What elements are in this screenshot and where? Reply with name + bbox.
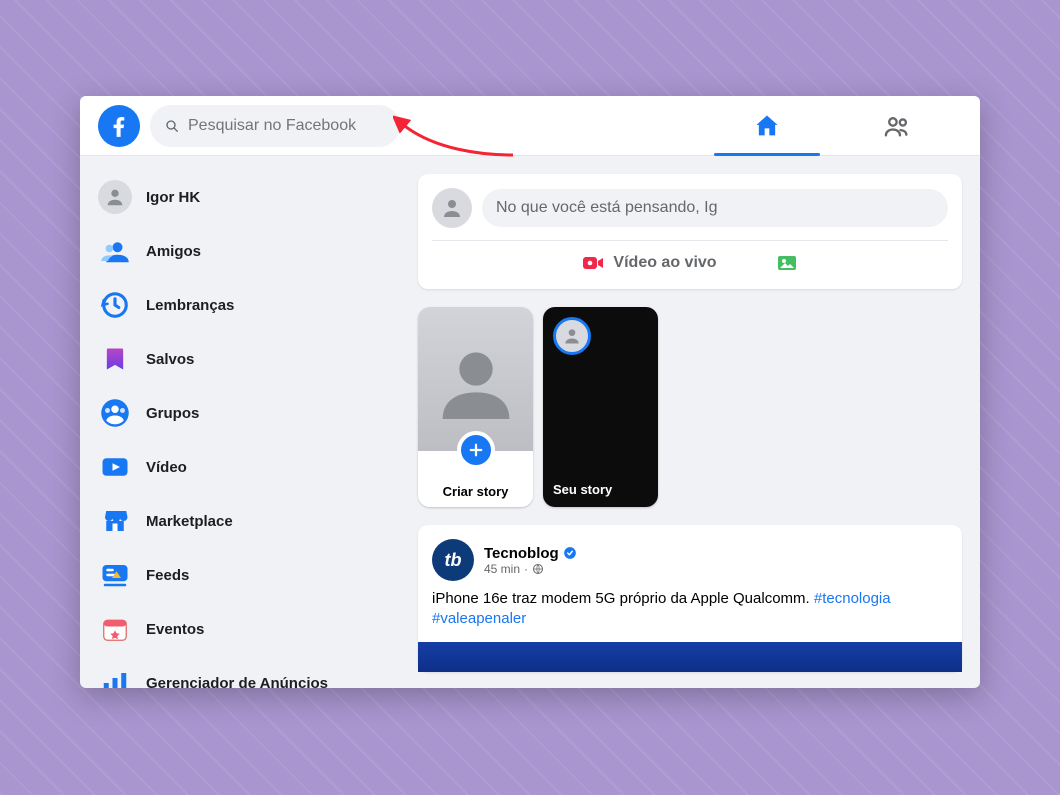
sidebar-item-profile[interactable]: Igor HK [88,170,392,224]
feeds-icon [98,558,132,592]
search-input-container[interactable] [150,105,400,147]
sidebar-item-video[interactable]: Vídeo [88,440,392,494]
post-time: 45 min [484,562,520,576]
story-card[interactable]: Seu story [543,307,658,507]
sidebar-item-memories[interactable]: Lembranças [88,278,392,332]
friends-icon [98,234,132,268]
public-icon [532,563,544,575]
search-icon [164,118,180,134]
stories-row: Criar story Seu story [418,307,962,507]
sidebar-label: Feeds [146,567,189,584]
avatar-placeholder-icon [436,339,516,419]
sidebar-label: Vídeo [146,459,187,476]
left-sidebar: Igor HK Amigos Lembranças Salvos [80,156,400,688]
sidebar-item-feeds[interactable]: Feeds [88,548,392,602]
sidebar-item-marketplace[interactable]: Marketplace [88,494,392,548]
compose-input[interactable]: No que você está pensando, Ig [482,189,948,227]
sidebar-label: Amigos [146,243,201,260]
sidebar-item-ads-manager[interactable]: Gerenciador de Anúncios [88,656,392,688]
page-avatar-icon[interactable]: tb [432,539,474,581]
sidebar-item-saved[interactable]: Salvos [88,332,392,386]
sidebar-label: Marketplace [146,513,233,530]
story-caption: Seu story [553,482,612,497]
avatar-icon[interactable] [432,188,472,228]
live-video-button[interactable]: Vídeo ao vivo [581,251,716,275]
sidebar-label: Grupos [146,405,199,422]
create-story-card[interactable]: Criar story [418,307,533,507]
sidebar-label: Gerenciador de Anúncios [146,675,328,689]
live-video-label: Vídeo ao vivo [613,254,716,272]
sidebar-item-groups[interactable]: Grupos [88,386,392,440]
video-icon [98,450,132,484]
page-name[interactable]: Tecnoblog [484,545,559,562]
story-avatar-icon [553,317,591,355]
facebook-window: Igor HK Amigos Lembranças Salvos [80,96,980,688]
top-header [80,96,980,156]
post-image[interactable] [418,642,962,672]
sidebar-label: Eventos [146,621,204,638]
photo-video-button[interactable] [775,251,799,275]
bookmark-icon [98,342,132,376]
home-icon [753,112,781,140]
nav-home[interactable] [702,96,832,155]
bars-icon [98,666,132,688]
groups-icon [98,396,132,430]
plus-icon [457,431,495,469]
sidebar-label: Lembranças [146,297,234,314]
store-icon [98,504,132,538]
verified-badge-icon [563,546,577,560]
sidebar-label: Igor HK [146,189,200,206]
sidebar-item-friends[interactable]: Amigos [88,224,392,278]
search-input[interactable] [188,117,386,135]
post-body: iPhone 16e traz modem 5G próprio da Appl… [432,589,948,630]
friends-icon [883,112,911,140]
main-column: No que você está pensando, Ig Vídeo ao v… [400,156,980,688]
post-composer: No que você está pensando, Ig Vídeo ao v… [418,174,962,289]
clock-icon [98,288,132,322]
facebook-logo-icon[interactable] [98,105,140,147]
photo-icon [775,251,799,275]
feed-post: tb Tecnoblog 45 min · [418,525,962,672]
sidebar-label: Salvos [146,351,194,368]
avatar-icon [98,180,132,214]
sidebar-item-events[interactable]: Eventos [88,602,392,656]
nav-friends[interactable] [832,96,962,155]
calendar-icon [98,612,132,646]
live-video-icon [581,251,605,275]
center-nav [702,96,962,155]
